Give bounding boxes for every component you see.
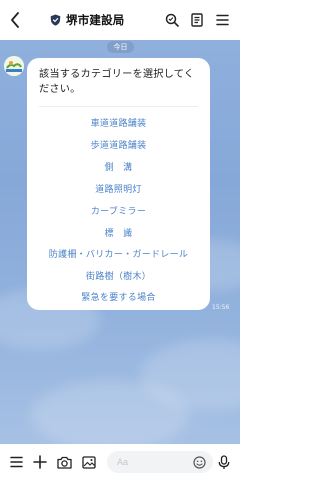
emoji-icon (192, 455, 206, 469)
menu-icon (215, 14, 229, 26)
emoji-button[interactable] (190, 453, 208, 471)
option-road-sign[interactable]: 標 識 (27, 226, 210, 242)
mic-icon (218, 454, 230, 469)
message-timestamp: 15:56 (212, 304, 230, 311)
add-button[interactable] (31, 453, 49, 471)
image-icon (82, 455, 96, 469)
date-separator: 今日 (107, 41, 134, 53)
background-cloud (30, 380, 190, 444)
search-icon (165, 13, 179, 27)
image-button[interactable] (80, 453, 98, 471)
message-text: 該当するカテゴリーを選択してください。 (39, 69, 195, 95)
account-logo-icon (4, 56, 24, 76)
divider (39, 106, 198, 107)
notes-button[interactable] (188, 11, 206, 29)
official-shield-icon (50, 14, 61, 26)
option-street-tree[interactable]: 街路樹（樹木） (27, 269, 210, 285)
option-gutter[interactable]: 側 溝 (27, 160, 210, 176)
chat-header: 堺市建設局 (0, 0, 240, 40)
option-emergency[interactable]: 緊急を要する場合 (27, 290, 210, 306)
avatar[interactable] (4, 56, 24, 76)
option-guardrail[interactable]: 防護柵・バリカー・ガードレール (27, 247, 210, 263)
option-sidewalk-paving[interactable]: 歩道道路舗装 (27, 138, 210, 154)
back-button[interactable] (5, 10, 25, 30)
camera-button[interactable] (55, 453, 73, 471)
input-bar (0, 444, 240, 487)
menu-icon (9, 456, 23, 468)
search-button[interactable] (163, 11, 181, 29)
chat-area[interactable]: 今日 該当するカテゴリーを選択してください。 車道道路舗装 歩道道路舗装 側 溝… (0, 40, 240, 444)
voice-button[interactable] (215, 453, 233, 471)
option-roadway-paving[interactable]: 車道道路舗装 (27, 116, 210, 132)
plus-icon (33, 455, 47, 469)
message-bubble: 該当するカテゴリーを選択してください。 車道道路舗装 歩道道路舗装 側 溝 道路… (27, 58, 210, 310)
notes-icon (191, 13, 203, 27)
camera-icon (56, 456, 72, 469)
chat-title: 堺市建設局 (66, 13, 125, 27)
menu-toggle-button[interactable] (7, 453, 25, 471)
menu-button[interactable] (213, 11, 231, 29)
option-curve-mirror[interactable]: カーブミラー (27, 204, 210, 220)
chevron-left-icon (11, 12, 19, 28)
chat-title-group[interactable]: 堺市建設局 (50, 12, 125, 28)
option-street-light[interactable]: 道路照明灯 (27, 182, 210, 198)
